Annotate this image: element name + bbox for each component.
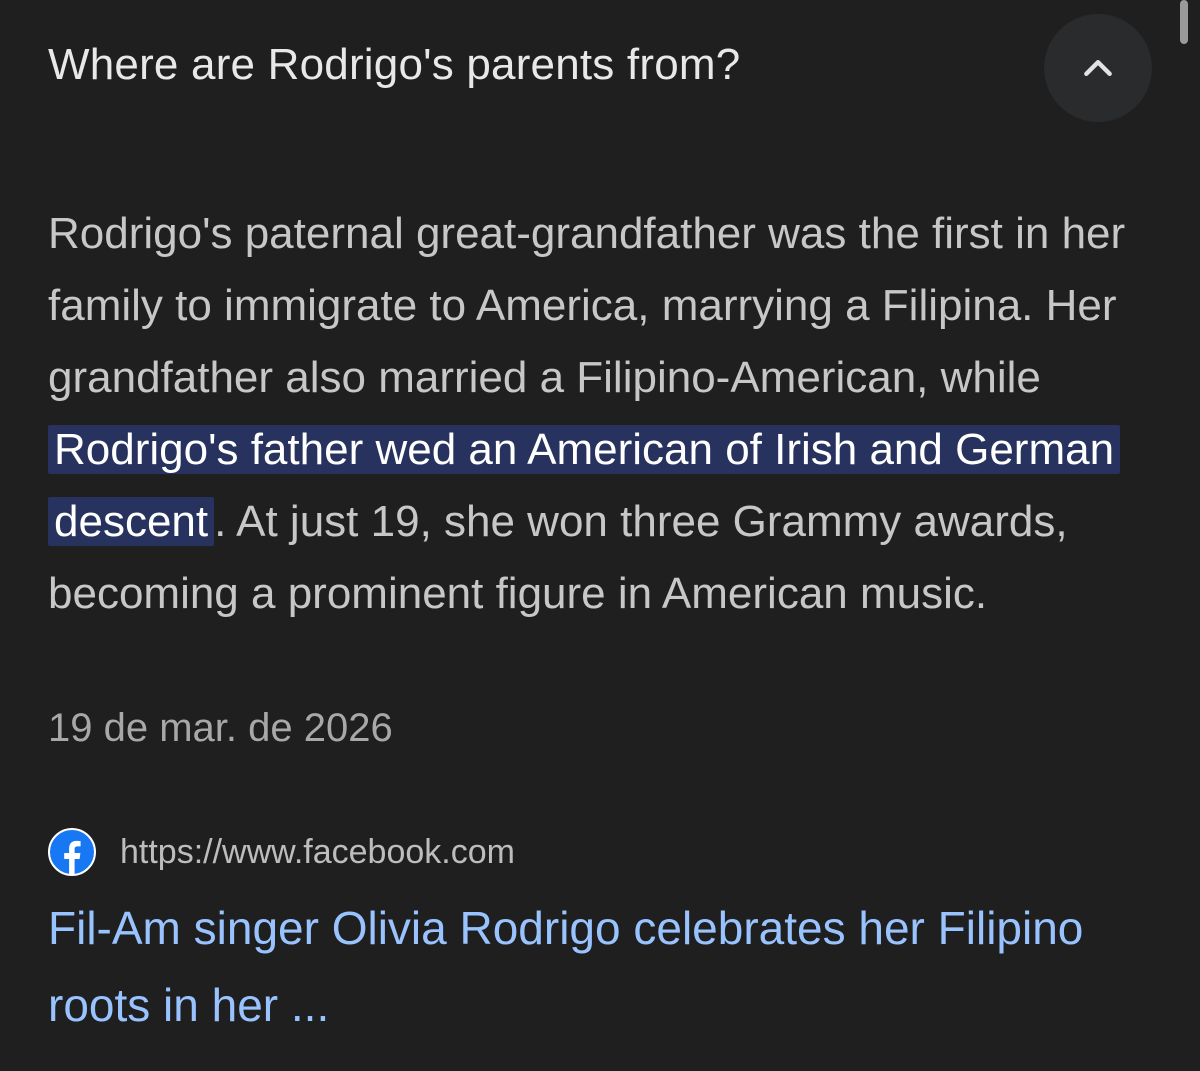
facebook-icon bbox=[48, 828, 96, 876]
faq-question-row[interactable]: Where are Rodrigo's parents from? bbox=[48, 14, 1152, 124]
collapse-button[interactable] bbox=[1044, 14, 1152, 122]
source-row[interactable]: https://www.facebook.com bbox=[48, 826, 515, 878]
answer-text-before: Rodrigo's paternal great-grandfather was… bbox=[48, 209, 1126, 402]
source-url[interactable]: https://www.facebook.com bbox=[120, 833, 515, 872]
faq-question: Where are Rodrigo's parents from? bbox=[48, 40, 741, 89]
answer-text: Rodrigo's paternal great-grandfather was… bbox=[48, 198, 1168, 630]
chevron-up-icon bbox=[1084, 60, 1112, 77]
scrollbar[interactable] bbox=[1180, 0, 1188, 44]
answer-date: 19 de mar. de 2026 bbox=[48, 706, 393, 750]
result-link-title[interactable]: Fil-Am singer Olivia Rodrigo celebrates … bbox=[48, 890, 1168, 1044]
